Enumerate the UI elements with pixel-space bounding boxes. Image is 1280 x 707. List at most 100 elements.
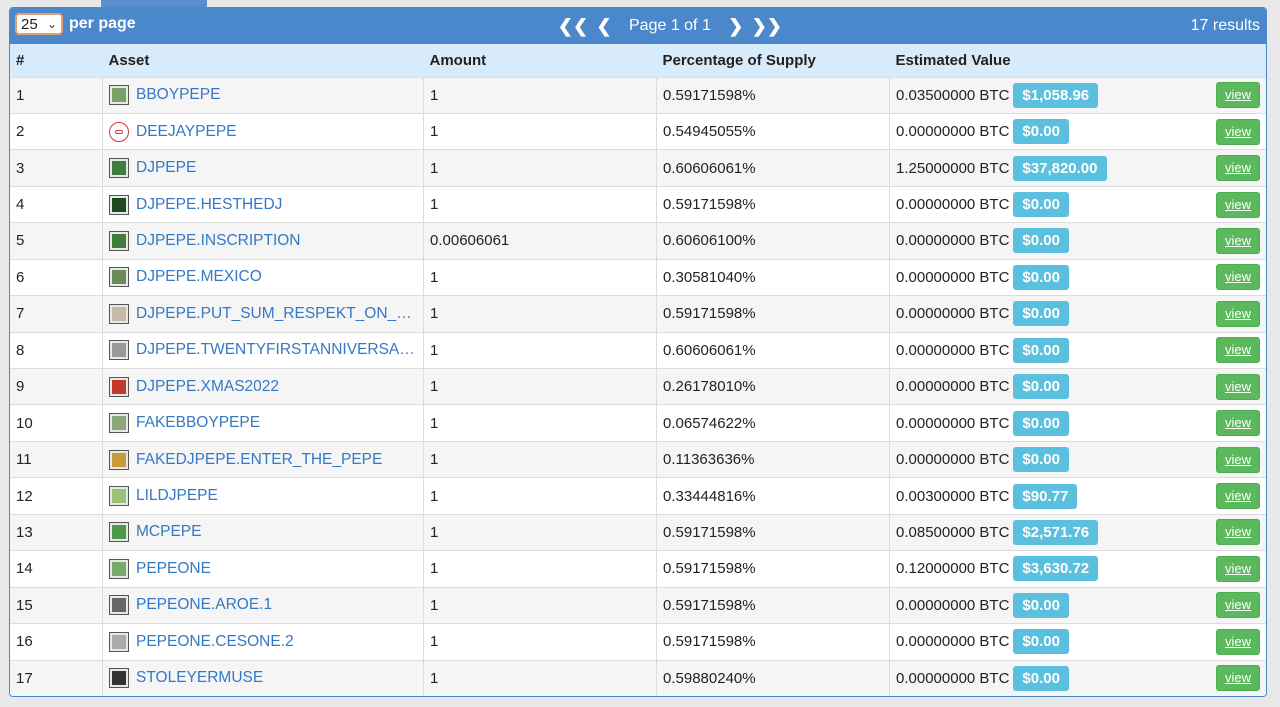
asset-link[interactable]: FAKEDJPEPE.ENTER_THE_PEPE [136, 451, 382, 469]
row-number: 10 [10, 404, 103, 442]
asset-link[interactable]: DJPEPE.XMAS2022 [136, 378, 279, 396]
usd-value-badge: $0.00 [1013, 264, 1069, 290]
asset-link[interactable]: DJPEPE.TWENTYFIRSTANNIVERSARY [136, 341, 416, 359]
asset-thumbnail-icon [109, 413, 129, 434]
btc-value: 0.08500000 BTC [896, 523, 1010, 541]
asset-link[interactable]: FAKEBBOYPEPE [136, 414, 260, 432]
usd-value-badge: $0.00 [1013, 447, 1069, 473]
asset-thumbnail-icon [109, 449, 129, 470]
usd-value-badge: $2,571.76 [1013, 519, 1099, 545]
table-row: 16 PEPEONE.CESONE.2 1 0.59171598% 0.00000000… [10, 623, 1266, 660]
asset-link[interactable]: MCPEPE [136, 523, 201, 541]
asset-link[interactable]: BBOYPEPE [136, 86, 220, 104]
balances-panel: 25 ⌄ per page ❮❮ ❮ Page 1 of 1 ❯ ❯❯ 17 r… [9, 7, 1267, 697]
view-button[interactable]: view [1215, 665, 1260, 692]
next-page-icon[interactable]: ❯ [723, 16, 749, 37]
row-number: 4 [10, 185, 103, 223]
asset-cell: FAKEBBOYPEPE [102, 404, 424, 442]
asset-link[interactable]: LILDJPEPE [136, 487, 218, 505]
asset-link[interactable]: PEPEONE.AROE.1 [136, 596, 272, 614]
asset-link[interactable]: DEEJAYPEPE [136, 123, 237, 141]
table-header-row: # Asset Amount Percentage of Supply Esti… [10, 44, 1266, 77]
amount-cell: 1 [423, 367, 657, 405]
last-page-icon[interactable]: ❯❯ [749, 16, 785, 37]
table-row: 12 LILDJPEPE 1 0.33444816% 0.00300000 BTC $90… [10, 477, 1266, 515]
table-body: 1 BBOYPEPE 1 0.59171598% 0.03500000 BTC $1,05… [10, 76, 1266, 696]
asset-thumbnail-icon [109, 595, 129, 616]
usd-value-badge: $0.00 [1013, 192, 1069, 218]
amount-cell: 0.00606061 [423, 222, 657, 260]
header-estimated-value[interactable]: Estimated Value [890, 44, 1267, 77]
row-number: 8 [10, 331, 103, 369]
asset-thumbnail-icon [109, 230, 129, 251]
view-button[interactable]: view [1215, 373, 1260, 400]
asset-cell: FAKEDJPEPE.ENTER_THE_PEPE [102, 440, 424, 478]
usd-value-badge: $37,820.00 [1013, 155, 1107, 181]
usd-value-badge: $0.00 [1013, 228, 1069, 254]
page-indicator: Page 1 of 1 [629, 17, 711, 34]
view-button[interactable]: view [1215, 483, 1260, 510]
btc-value: 1.25000000 BTC [896, 159, 1010, 177]
view-button[interactable]: view [1215, 592, 1260, 619]
view-button[interactable]: view [1215, 519, 1260, 546]
asset-thumbnail-icon [109, 376, 129, 397]
table-row: 1 BBOYPEPE 1 0.59171598% 0.03500000 BTC $1,05… [10, 76, 1266, 114]
view-button[interactable]: view [1215, 300, 1260, 327]
asset-thumbnail-icon [109, 158, 129, 179]
view-button[interactable]: view [1215, 155, 1260, 182]
asset-link[interactable]: DJPEPE.HESTHEDJ [136, 196, 282, 214]
asset-thumbnail-icon [109, 340, 129, 361]
prev-page-icon[interactable]: ❮ [591, 16, 617, 37]
value-cell: 0.12000000 BTC $3,630.72 view [889, 550, 1266, 588]
asset-cell: DJPEPE.HESTHEDJ [102, 185, 424, 223]
asset-cell: PEPEONE.AROE.1 [102, 586, 424, 624]
table-row: 6 DJPEPE.MEXICO 1 0.30581040% 0.00000000 BTC… [10, 258, 1266, 296]
usd-value-badge: $0.00 [1013, 301, 1069, 327]
view-button[interactable]: view [1215, 118, 1260, 145]
view-button[interactable]: view [1215, 264, 1260, 291]
view-button[interactable]: view [1215, 628, 1260, 655]
amount-cell: 1 [423, 331, 657, 369]
asset-link[interactable]: DJPEPE [136, 159, 196, 177]
asset-link[interactable]: PEPEONE [136, 560, 211, 578]
percentage-cell: 0.11363636% [656, 440, 890, 478]
header-amount[interactable]: Amount [424, 44, 657, 77]
view-button[interactable]: view [1215, 227, 1260, 254]
view-button[interactable]: view [1215, 446, 1260, 473]
per-page-select[interactable]: 25 ⌄ [15, 13, 63, 35]
page-navigation: ❮❮ ❮ Page 1 of 1 ❯ ❯❯ [555, 8, 785, 44]
amount-cell: 1 [423, 185, 657, 223]
value-cell: 0.00000000 BTC $0.00 view [889, 659, 1266, 696]
header-asset[interactable]: Asset [103, 44, 424, 77]
asset-link[interactable]: DJPEPE.MEXICO [136, 268, 262, 286]
view-button[interactable]: view [1215, 191, 1260, 218]
view-button[interactable]: view [1215, 555, 1260, 582]
asset-link[interactable]: PEPEONE.CESONE.2 [136, 633, 294, 651]
view-button[interactable]: view [1215, 337, 1260, 364]
view-button[interactable]: view [1215, 82, 1260, 109]
asset-link[interactable]: STOLEYERMUSE [136, 669, 263, 687]
btc-value: 0.00000000 BTC [896, 305, 1010, 323]
table-row: 5 DJPEPE.INSCRIPTION 0.00606061 0.60606100%… [10, 222, 1266, 260]
asset-link[interactable]: DJPEPE.PUT_SUM_RESPEKT_ON_M… [136, 305, 416, 323]
amount-cell: 1 [423, 112, 657, 150]
btc-value: 0.00000000 BTC [896, 123, 1010, 141]
percentage-cell: 0.06574622% [656, 404, 890, 442]
view-button[interactable]: view [1215, 410, 1260, 437]
table-row: 4 DJPEPE.HESTHEDJ 1 0.59171598% 0.00000000 B… [10, 185, 1266, 223]
usd-value-badge: $0.00 [1013, 374, 1069, 400]
amount-cell: 1 [423, 258, 657, 296]
asset-thumbnail-icon [109, 522, 129, 543]
table-row: 15 PEPEONE.AROE.1 1 0.59171598% 0.00000000 B… [10, 586, 1266, 624]
results-count: 17 results [1190, 17, 1260, 34]
btc-value: 0.00000000 BTC [896, 341, 1010, 359]
header-percentage[interactable]: Percentage of Supply [657, 44, 890, 77]
percentage-cell: 0.59171598% [656, 513, 890, 551]
asset-link[interactable]: DJPEPE.INSCRIPTION [136, 232, 301, 250]
usd-value-badge: $3,630.72 [1013, 556, 1099, 582]
header-num[interactable]: # [10, 44, 103, 77]
row-number: 3 [10, 149, 103, 187]
asset-cell: PEPEONE [102, 550, 424, 588]
first-page-icon[interactable]: ❮❮ [555, 16, 591, 37]
value-cell: 0.00000000 BTC $0.00 view [889, 258, 1266, 296]
